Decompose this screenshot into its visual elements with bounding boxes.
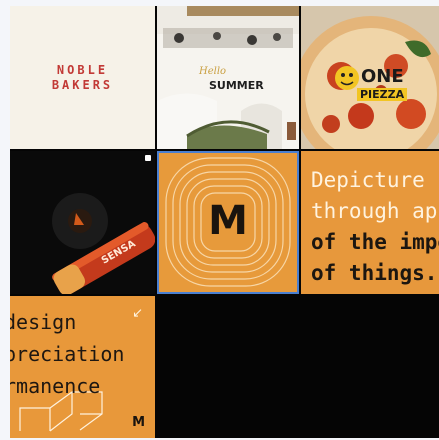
statement-line1: Depicture [311,168,425,192]
grid-tile-monogram[interactable]: M [157,151,299,294]
noble-logo-line1: NOBLE [56,62,109,77]
statement-text: Depicture through ap of the impo of thin… [311,165,439,289]
design-line2: preciation [10,342,125,366]
grid-tile-summer[interactable]: Hello SUMMER [157,6,299,149]
grid-tile-statement[interactable]: Depicture through ap of the impo of thin… [301,151,439,294]
statement-line3: of the impo [311,230,439,254]
pizza-brand-one: ONE [361,66,404,87]
grid-tile-pizza[interactable]: ONE PIEZZA [301,6,439,149]
design-text: design preciation rmanence [10,306,124,402]
design-line1: design [10,310,77,334]
grid-tile-sensa[interactable]: SENSA [10,151,155,294]
arrow-down-left-icon: ↙ [132,306,143,321]
monogram-letter: M [208,198,248,244]
summer-script-text: Hello [199,66,227,77]
statement-line2: through ap [311,199,438,223]
grid-tile-noble-bakers[interactable]: NOBLE BAKERS [10,6,155,149]
corner-monogram: M [132,415,145,430]
noble-logo-line2: BAKERS [51,77,114,92]
selection-dot [145,155,151,161]
pizza-brand-pizza: PIEZZA [357,88,408,101]
summer-headline: SUMMER [209,79,264,92]
design-line3: rmanence [10,374,101,398]
image-grid: NOBLE BAKERS Hello SUMMER ONE PIEZZA SEN… [10,6,439,438]
summer-photo [157,6,299,149]
noble-bakers-logo: NOBLE BAKERS [52,63,113,93]
sensa-product-photo [10,151,155,294]
empty-grid-area [157,296,439,438]
grid-tile-design[interactable]: design preciation rmanence ↙ M [10,296,155,438]
page-background: NOBLE BAKERS Hello SUMMER ONE PIEZZA SEN… [0,0,439,440]
statement-line4: of things. [311,261,438,285]
